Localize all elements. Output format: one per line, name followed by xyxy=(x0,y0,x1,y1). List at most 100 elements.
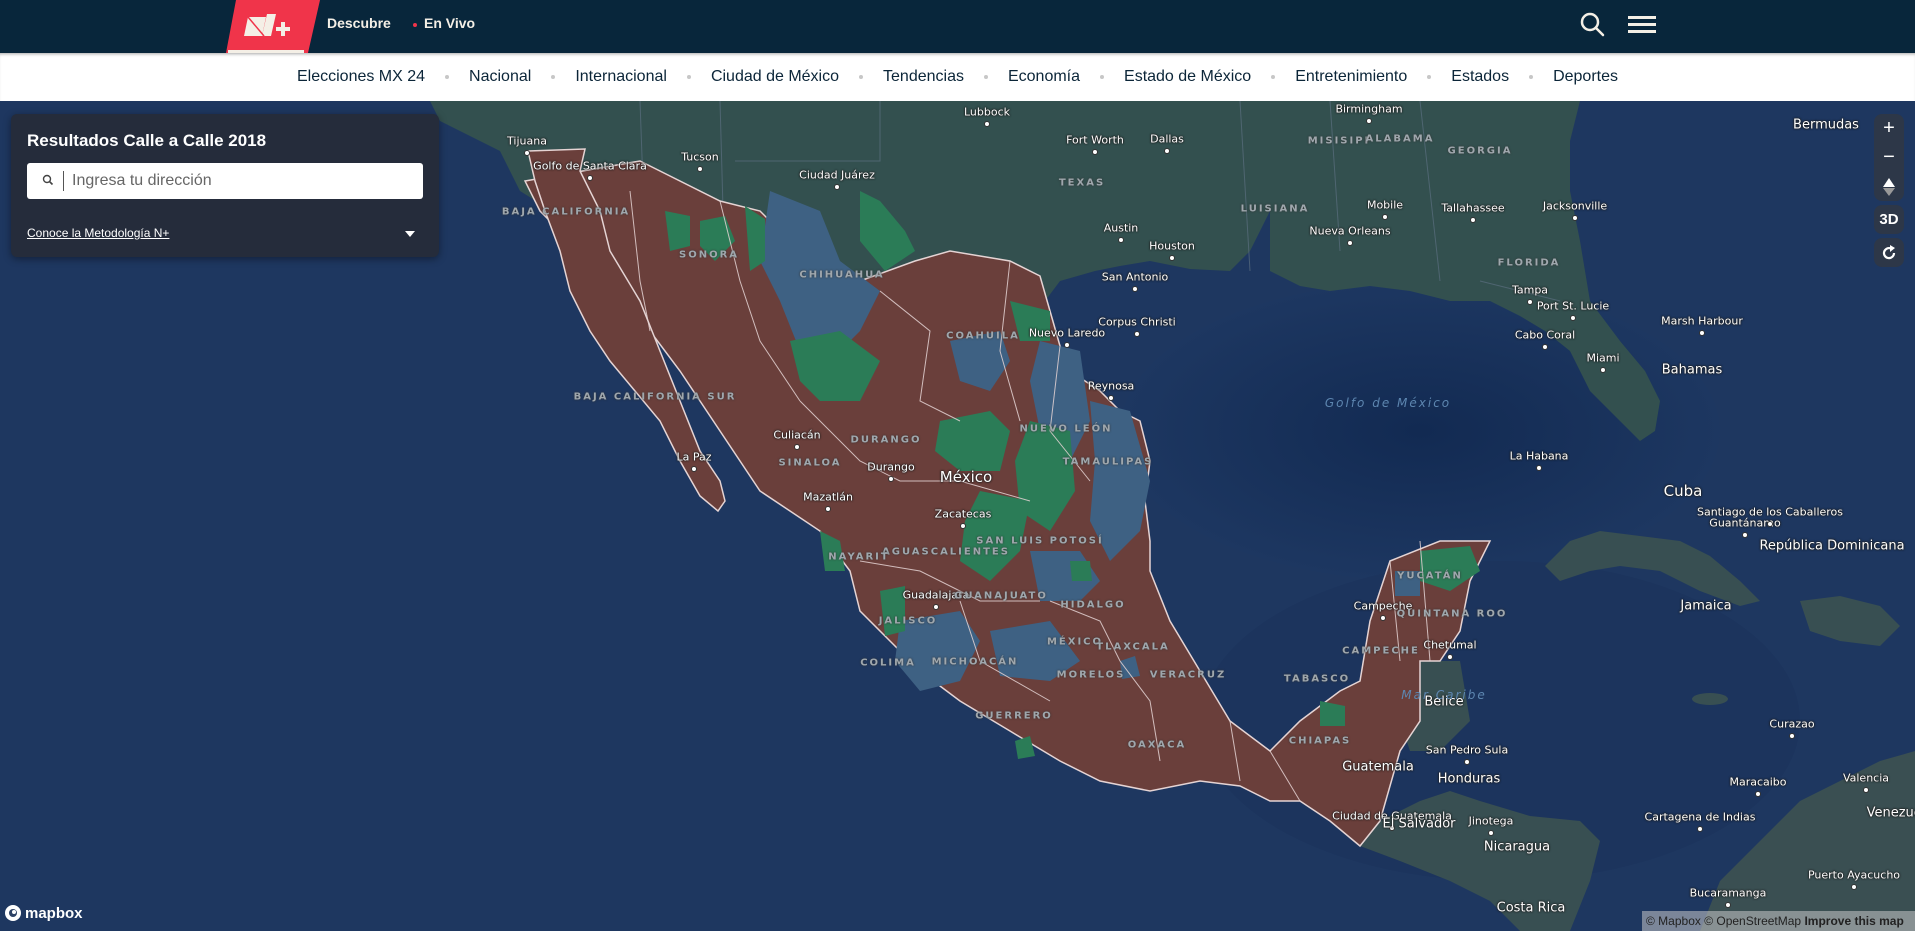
city-marker xyxy=(1488,830,1494,836)
nav-item-elecciones-mx-24[interactable]: Elecciones MX 24 xyxy=(297,68,425,86)
city-marker xyxy=(1542,344,1548,350)
city-marker xyxy=(834,184,840,190)
country-label-guatemala: Guatemala xyxy=(1342,759,1414,775)
nav-item-deportes[interactable]: Deportes xyxy=(1553,68,1618,86)
city-label-golfo-de-santa-clara: Golfo de Santa Clara xyxy=(533,159,647,173)
city-label-jacksonville: Jacksonville xyxy=(1542,199,1608,213)
address-search-input[interactable] xyxy=(72,163,412,199)
city-marker xyxy=(825,506,831,512)
attribution-text[interactable]: © Mapbox © OpenStreetMap xyxy=(1646,914,1801,928)
state-label-durango: DURANGO xyxy=(850,434,922,446)
mapbox-logo[interactable]: mapbox xyxy=(4,903,83,923)
zoom-out-button[interactable]: − xyxy=(1874,143,1904,172)
city-label-houston: Houston xyxy=(1149,239,1195,253)
menu-button[interactable] xyxy=(1625,8,1659,42)
nav-item-entretenimiento[interactable]: Entretenimiento xyxy=(1295,68,1407,86)
city-label-reynosa: Reynosa xyxy=(1087,379,1135,393)
city-marker xyxy=(1600,367,1606,373)
nav-item-nacional[interactable]: Nacional xyxy=(469,68,531,86)
city-label-la-paz: La Paz xyxy=(676,450,712,464)
city-label-corpus-christi: Corpus Christi xyxy=(1098,315,1176,329)
city-label-maracaibo: Maracaibo xyxy=(1729,775,1787,789)
city-label-la-habana: La Habana xyxy=(1509,449,1569,463)
country-label-el-salvador: El Salvador xyxy=(1382,816,1456,832)
city-label-cartagena-de-indias: Cartagena de Indias xyxy=(1644,810,1756,824)
country-label-venezuela: Venezuela xyxy=(1866,805,1915,821)
state-label-chihuahua: CHIHUAHUA xyxy=(799,269,885,281)
state-label-luisiana: LUISIANA xyxy=(1240,203,1310,215)
city-label-austin: Austin xyxy=(1103,221,1139,235)
city-label-culiacan: Culiacán xyxy=(773,428,821,442)
city-label-durango: Durango xyxy=(867,460,915,474)
state-label-tlaxcala: TLAXCALA xyxy=(1096,641,1170,653)
chevron-down-icon[interactable] xyxy=(405,231,415,237)
city-marker xyxy=(960,523,966,529)
improve-map-link[interactable]: Improve this map xyxy=(1804,914,1903,928)
city-label-nuevo-laredo: Nuevo Laredo xyxy=(1028,326,1106,340)
nav-item-ciudad-de-mexico[interactable]: Ciudad de México xyxy=(711,68,839,86)
country-label-costa-rica: Costa Rica xyxy=(1496,900,1566,916)
city-marker xyxy=(1725,902,1731,908)
state-label-guanajuato: GUANAJUATO xyxy=(954,590,1048,602)
city-label-mazatlan: Mazatlán xyxy=(803,490,853,504)
search-button[interactable] xyxy=(1575,8,1609,42)
nav-item-tendencias[interactable]: Tendencias xyxy=(883,68,964,86)
city-marker xyxy=(1092,149,1098,155)
city-marker xyxy=(691,466,697,472)
city-marker xyxy=(587,175,593,181)
city-marker xyxy=(1755,791,1761,797)
section-nav-list: Elecciones MX 24 Nacional Internacional Ciu… xyxy=(0,53,1915,101)
city-label-valencia: Valencia xyxy=(1842,771,1890,785)
reset-control xyxy=(1874,238,1904,267)
descubre-link[interactable]: Descubre xyxy=(327,15,391,31)
state-label-misisipi: MISISIPI xyxy=(1307,135,1371,147)
state-label-georgia: GEORGIA xyxy=(1447,145,1513,157)
city-label-tucson: Tucson xyxy=(681,150,719,164)
state-label-oaxaca: OAXACA xyxy=(1127,739,1187,751)
state-label-baja-california: BAJA CALIFORNIA xyxy=(501,206,631,218)
3d-toggle-button[interactable]: 3D xyxy=(1874,205,1904,234)
compass-button[interactable] xyxy=(1874,172,1904,201)
city-marker xyxy=(1366,118,1372,124)
state-label-sonora: SONORA xyxy=(678,249,740,261)
zoom-in-button[interactable]: + xyxy=(1874,114,1904,143)
city-marker xyxy=(1767,521,1773,527)
nav-item-estado-de-mexico[interactable]: Estado de México xyxy=(1124,68,1251,86)
city-label-nueva-orleans: Nueva Orleans xyxy=(1309,224,1391,238)
nav-separator xyxy=(1100,75,1105,79)
city-label-mobile: Mobile xyxy=(1366,198,1404,212)
city-marker xyxy=(1851,884,1857,890)
methodology-link[interactable]: Conoce la Metodología N+ xyxy=(27,226,169,240)
state-label-sinaloa: SINALOA xyxy=(778,457,842,469)
city-label-san-pedro-sula: San Pedro Sula xyxy=(1425,743,1509,757)
mapbox-icon xyxy=(5,905,21,921)
country-label-mexico: México xyxy=(939,468,993,486)
city-label-curazao: Curazao xyxy=(1769,717,1815,731)
jamaica-land xyxy=(1692,693,1728,705)
nav-item-economia[interactable]: Economía xyxy=(1008,68,1080,86)
city-marker xyxy=(1447,654,1453,660)
nav-separator xyxy=(983,75,988,79)
en-vivo-link[interactable]: En Vivo xyxy=(424,15,475,31)
city-label-jinotega: Jinotega xyxy=(1468,814,1514,828)
state-label-nayarit: NAYARIT xyxy=(828,551,890,563)
address-search-box[interactable] xyxy=(27,163,423,199)
country-label-bahamas: Bahamas xyxy=(1661,362,1723,378)
reset-icon xyxy=(1882,244,1896,259)
city-marker xyxy=(1470,217,1476,223)
state-label-aguascalientes: AGUASCALIENTES xyxy=(882,546,1010,558)
nav-separator xyxy=(445,75,450,79)
city-marker xyxy=(1132,286,1138,292)
pitch-control: 3D xyxy=(1874,205,1904,234)
nav-item-internacional[interactable]: Internacional xyxy=(575,68,667,86)
city-marker xyxy=(1699,330,1705,336)
state-label-nuevo-leon: NUEVO LEÓN xyxy=(1019,423,1113,435)
nav-item-estados[interactable]: Estados xyxy=(1451,68,1509,86)
n-plus-logo[interactable] xyxy=(226,0,320,53)
city-marker xyxy=(1742,532,1748,538)
state-label-quintana-roo: QUINTANA ROO xyxy=(1396,608,1508,620)
reset-view-button[interactable] xyxy=(1874,238,1904,267)
city-label-puerto-ayacucho: Puerto Ayacucho xyxy=(1807,868,1901,882)
city-marker xyxy=(1108,395,1114,401)
state-label-yucatan: YUCATÁN xyxy=(1397,570,1463,582)
